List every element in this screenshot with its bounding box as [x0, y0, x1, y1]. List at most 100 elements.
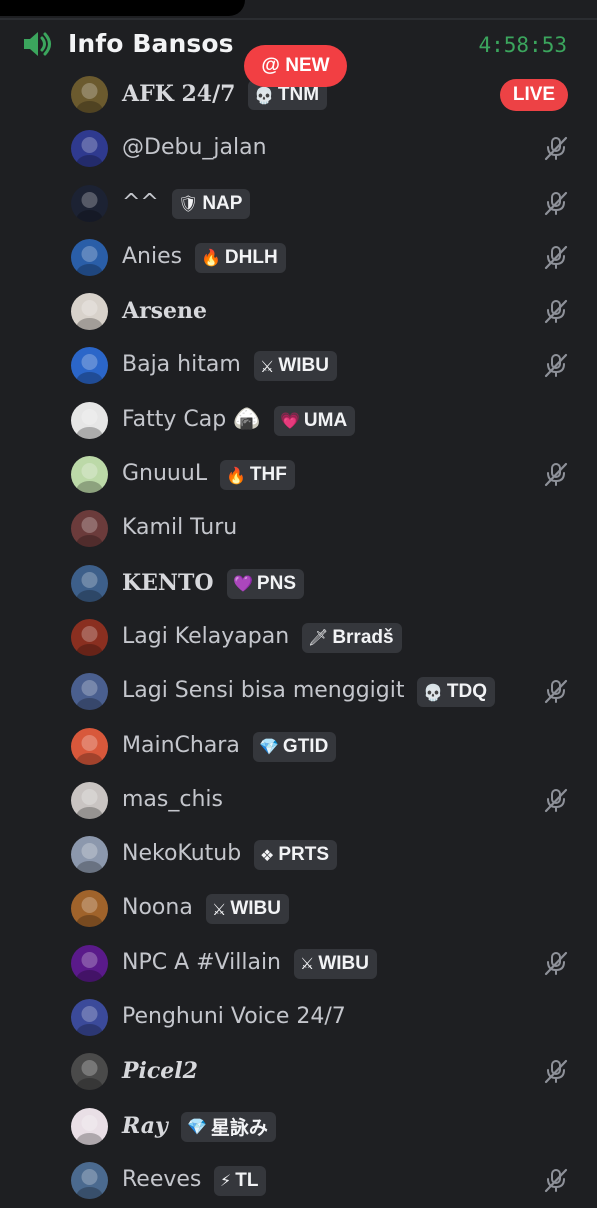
avatar[interactable] — [71, 1107, 108, 1145]
username: Ray — [122, 1112, 168, 1139]
voice-user-row[interactable]: mas_chis — [0, 774, 597, 828]
mic-muted-icon — [543, 461, 569, 487]
avatar[interactable] — [71, 1053, 108, 1091]
avatar[interactable] — [71, 184, 108, 222]
server-tag[interactable]: ⚔ WIBU — [206, 894, 289, 925]
mic-muted-icon — [543, 1058, 569, 1084]
diamond-icon: ❖ — [260, 845, 275, 865]
server-tag-label: WIBU — [318, 952, 369, 974]
username: Penghuni Voice 24/7 — [122, 1004, 346, 1030]
avatar[interactable] — [71, 1161, 108, 1199]
server-tag-label: UMA — [303, 409, 348, 431]
avatar[interactable] — [71, 727, 108, 765]
server-tag-label: TNM — [277, 84, 320, 105]
avatar[interactable] — [71, 456, 108, 494]
voice-user-row[interactable]: ^^ 🛡 NAP — [0, 177, 597, 231]
avatar[interactable] — [71, 999, 108, 1037]
server-tag[interactable]: ⚔ WIBU — [254, 351, 337, 382]
username: MainChara — [122, 732, 240, 758]
server-tag-label: THF — [249, 464, 287, 486]
avatar[interactable] — [71, 130, 108, 168]
voice-user-row[interactable]: Kamil Turu — [0, 502, 597, 556]
status-bar-notch — [0, 0, 245, 16]
server-tag[interactable]: 💗 UMA — [274, 405, 356, 436]
voice-user-row[interactable]: NekoKutub ❖ PRTS — [0, 828, 597, 882]
voice-user-row[interactable]: Picel2 — [0, 1045, 597, 1099]
voice-user-row[interactable]: Noona ⚔ WIBU — [0, 882, 597, 936]
avatar[interactable] — [71, 618, 108, 656]
server-tag[interactable]: ⚡ TL — [214, 1165, 267, 1196]
server-tag-label: PNS — [256, 572, 296, 594]
voice-user-row[interactable]: Fatty Cap 🍙 💗 UMA — [0, 394, 597, 448]
mic-muted-icon — [543, 787, 569, 813]
new-mentions-badge[interactable]: @ NEW — [244, 45, 347, 87]
avatar[interactable] — [71, 401, 108, 439]
lightning-icon: ⚡ — [220, 1171, 232, 1191]
server-tag-label: WIBU — [230, 898, 281, 920]
server-tag-label: GTID — [282, 735, 329, 757]
sword-icon: ⚔ — [300, 954, 315, 974]
voice-user-row[interactable]: GnuuuL 🔥 THF — [0, 448, 597, 502]
voice-user-row[interactable]: Lagi Sensi bisa menggigit 💀 TDQ — [0, 665, 597, 719]
avatar[interactable] — [71, 944, 108, 982]
avatar[interactable] — [71, 890, 108, 928]
voice-user-row[interactable]: Lagi Kelayapan 🗡 Brradš — [0, 611, 597, 665]
server-tag[interactable]: ❖ PRTS — [254, 840, 338, 871]
username: Picel2 — [122, 1058, 198, 1085]
voice-user-list: AFK 24/7 💀 TNM @Debu_jalan ^^ 🛡 NAP Anies 🔥 DHLH A… — [0, 68, 597, 1208]
username: Lagi Sensi bisa menggigit — [122, 678, 405, 704]
username: Noona — [122, 895, 193, 921]
avatar[interactable] — [71, 238, 108, 276]
voice-user-row[interactable]: Ray 💎 星詠み — [0, 1100, 597, 1154]
voice-user-row[interactable]: Reeves ⚡ TL — [0, 1154, 597, 1208]
avatar[interactable] — [71, 673, 108, 711]
server-tag[interactable]: 🛡 NAP — [172, 188, 251, 219]
voice-user-row[interactable]: Arsene — [0, 285, 597, 339]
username: NPC A #Villain — [122, 949, 281, 975]
server-tag[interactable]: 💎 GTID — [253, 731, 337, 762]
avatar[interactable] — [71, 836, 108, 874]
username: NekoKutub — [122, 841, 242, 867]
voice-user-row[interactable]: @Debu_jalan — [0, 122, 597, 176]
speaker-icon — [24, 32, 51, 56]
voice-user-row[interactable]: KENTO 💜 PNS — [0, 557, 597, 611]
voice-user-row[interactable]: Anies 🔥 DHLH — [0, 231, 597, 285]
server-tag-label: DHLH — [224, 246, 278, 268]
avatar[interactable] — [71, 347, 108, 385]
mic-muted-icon — [543, 298, 569, 324]
heart-icon: 💜 — [233, 574, 253, 594]
avatar[interactable] — [71, 510, 108, 548]
voice-user-row[interactable]: Baja hitam ⚔ WIBU — [0, 339, 597, 393]
voice-user-row[interactable]: MainChara 💎 GTID — [0, 720, 597, 774]
mic-muted-icon — [543, 1167, 569, 1193]
avatar[interactable] — [71, 293, 108, 331]
server-tag[interactable]: 💜 PNS — [227, 568, 304, 599]
username: mas_chis — [122, 786, 223, 812]
username: KENTO — [122, 569, 214, 596]
server-tag[interactable]: 🔥 DHLH — [195, 242, 286, 273]
gem-icon: 💎 — [259, 737, 279, 757]
username: Arsene — [122, 298, 208, 325]
username: ^^ — [122, 189, 159, 215]
voice-user-row[interactable]: Penghuni Voice 24/7 — [0, 991, 597, 1045]
server-tag[interactable]: 🗡 Brradš — [302, 622, 402, 653]
avatar[interactable] — [71, 564, 108, 602]
sword-icon: 🗡 — [308, 628, 329, 648]
server-tag[interactable]: ⚔ WIBU — [294, 948, 377, 979]
username: GnuuuL — [122, 461, 208, 487]
heart-icon: 💗 — [280, 411, 300, 431]
skull-icon: 💀 — [423, 682, 443, 702]
sword-icon: ⚔ — [212, 899, 227, 919]
server-tag[interactable]: 🔥 THF — [220, 460, 295, 491]
server-tag-label: Brradš — [332, 626, 394, 648]
server-tag-label: 星詠み — [210, 1118, 268, 1140]
server-tag[interactable]: 💎 星詠み — [181, 1111, 276, 1142]
avatar[interactable] — [71, 781, 108, 819]
mic-muted-icon — [543, 950, 569, 976]
shield-icon: 🛡 — [178, 194, 199, 214]
mic-muted-icon — [543, 678, 569, 704]
mic-muted-icon — [543, 190, 569, 216]
voice-user-row[interactable]: NPC A #Villain ⚔ WIBU — [0, 937, 597, 991]
server-tag[interactable]: 💀 TDQ — [417, 677, 496, 708]
avatar[interactable] — [71, 76, 108, 113]
